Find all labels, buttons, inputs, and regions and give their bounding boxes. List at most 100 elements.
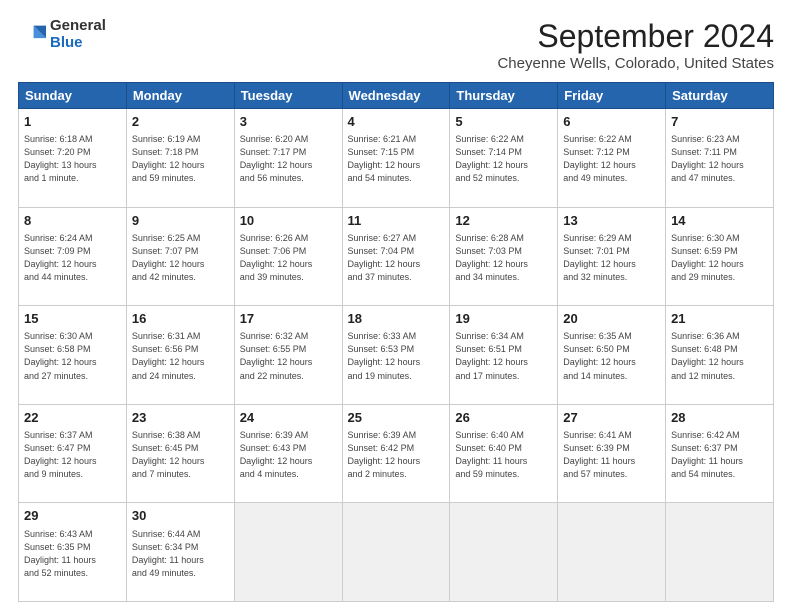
day-info: Sunrise: 6:39 AM Sunset: 6:43 PM Dayligh… (240, 429, 337, 481)
calendar-cell: 14 Sunrise: 6:30 AM Sunset: 6:59 PM Dayli… (666, 207, 774, 306)
calendar-table: SundayMondayTuesdayWednesdayThursdayFrid… (18, 82, 774, 602)
weekday-header-saturday: Saturday (666, 83, 774, 109)
day-number: 15 (24, 310, 121, 328)
day-info: Sunrise: 6:29 AM Sunset: 7:01 PM Dayligh… (563, 232, 660, 284)
day-info: Sunrise: 6:39 AM Sunset: 6:42 PM Dayligh… (348, 429, 445, 481)
calendar-cell: 2Sunrise: 6:19 AM Sunset: 7:18 PM Daylig… (126, 109, 234, 208)
calendar-cell: 3 Sunrise: 6:20 AM Sunset: 7:17 PM Daylig… (234, 109, 342, 208)
day-number: 11 (348, 212, 445, 230)
day-number: 7 (671, 113, 768, 131)
logo-blue: Blue (50, 34, 83, 51)
weekday-header-sunday: Sunday (19, 83, 127, 109)
logo: General Blue (18, 18, 106, 51)
calendar-cell: 27Sunrise: 6:41 AM Sunset: 6:39 PM Dayli… (558, 404, 666, 503)
day-info: Sunrise: 6:26 AM Sunset: 7:06 PM Dayligh… (240, 232, 337, 284)
calendar-cell: 13Sunrise: 6:29 AM Sunset: 7:01 PM Dayli… (558, 207, 666, 306)
calendar-cell: 1 Sunrise: 6:18 AM Sunset: 7:20 PM Daylig… (19, 109, 127, 208)
day-number: 19 (455, 310, 552, 328)
page-header: General Blue September 2024 Cheyenne Wel… (18, 18, 774, 72)
calendar-cell: 10Sunrise: 6:26 AM Sunset: 7:06 PM Dayli… (234, 207, 342, 306)
day-info: Sunrise: 6:32 AM Sunset: 6:55 PM Dayligh… (240, 330, 337, 382)
day-info: Sunrise: 6:36 AM Sunset: 6:48 PM Dayligh… (671, 330, 768, 382)
day-number: 1 (24, 113, 121, 131)
calendar-cell: 26Sunrise: 6:40 AM Sunset: 6:40 PM Dayli… (450, 404, 558, 503)
calendar-cell: 8Sunrise: 6:24 AM Sunset: 7:09 PM Daylig… (19, 207, 127, 306)
day-info: Sunrise: 6:31 AM Sunset: 6:56 PM Dayligh… (132, 330, 229, 382)
calendar-body: 1 Sunrise: 6:18 AM Sunset: 7:20 PM Daylig… (19, 109, 774, 602)
calendar-cell: 6Sunrise: 6:22 AM Sunset: 7:12 PM Daylig… (558, 109, 666, 208)
day-info: Sunrise: 6:28 AM Sunset: 7:03 PM Dayligh… (455, 232, 552, 284)
day-info: Sunrise: 6:35 AM Sunset: 6:50 PM Dayligh… (563, 330, 660, 382)
calendar-cell: 22Sunrise: 6:37 AM Sunset: 6:47 PM Dayli… (19, 404, 127, 503)
calendar-cell: 19 Sunrise: 6:34 AM Sunset: 6:51 PM Dayli… (450, 306, 558, 405)
day-number: 21 (671, 310, 768, 328)
day-info: Sunrise: 6:37 AM Sunset: 6:47 PM Dayligh… (24, 429, 121, 481)
weekday-header-thursday: Thursday (450, 83, 558, 109)
calendar-cell: 12 Sunrise: 6:28 AM Sunset: 7:03 PM Dayli… (450, 207, 558, 306)
day-number: 28 (671, 409, 768, 427)
calendar-cell: 29 Sunrise: 6:43 AM Sunset: 6:35 PM Dayli… (19, 503, 127, 602)
weekday-header-friday: Friday (558, 83, 666, 109)
week-row-2: 8Sunrise: 6:24 AM Sunset: 7:09 PM Daylig… (19, 207, 774, 306)
calendar-cell: 5 Sunrise: 6:22 AM Sunset: 7:14 PM Daylig… (450, 109, 558, 208)
day-info: Sunrise: 6:24 AM Sunset: 7:09 PM Dayligh… (24, 232, 121, 284)
day-number: 14 (671, 212, 768, 230)
calendar-cell: 28 Sunrise: 6:42 AM Sunset: 6:37 PM Dayli… (666, 404, 774, 503)
day-number: 20 (563, 310, 660, 328)
logo-general: General (50, 17, 106, 34)
day-info: Sunrise: 6:30 AM Sunset: 6:58 PM Dayligh… (24, 330, 121, 382)
day-number: 4 (348, 113, 445, 131)
day-number: 18 (348, 310, 445, 328)
week-row-5: 29 Sunrise: 6:43 AM Sunset: 6:35 PM Dayli… (19, 503, 774, 602)
day-number: 5 (455, 113, 552, 131)
weekday-header-wednesday: Wednesday (342, 83, 450, 109)
weekday-header-monday: Monday (126, 83, 234, 109)
day-number: 9 (132, 212, 229, 230)
calendar-cell: 16Sunrise: 6:31 AM Sunset: 6:56 PM Dayli… (126, 306, 234, 405)
calendar-cell (666, 503, 774, 602)
day-info: Sunrise: 6:21 AM Sunset: 7:15 PM Dayligh… (348, 133, 445, 185)
day-info: Sunrise: 6:27 AM Sunset: 7:04 PM Dayligh… (348, 232, 445, 284)
calendar-cell: 15 Sunrise: 6:30 AM Sunset: 6:58 PM Dayli… (19, 306, 127, 405)
day-info: Sunrise: 6:30 AM Sunset: 6:59 PM Dayligh… (671, 232, 768, 284)
calendar-cell: 9 Sunrise: 6:25 AM Sunset: 7:07 PM Daylig… (126, 207, 234, 306)
calendar-cell: 17 Sunrise: 6:32 AM Sunset: 6:55 PM Dayli… (234, 306, 342, 405)
week-row-3: 15 Sunrise: 6:30 AM Sunset: 6:58 PM Dayli… (19, 306, 774, 405)
week-row-1: 1 Sunrise: 6:18 AM Sunset: 7:20 PM Daylig… (19, 109, 774, 208)
day-number: 30 (132, 507, 229, 525)
day-info: Sunrise: 6:43 AM Sunset: 6:35 PM Dayligh… (24, 528, 121, 580)
day-info: Sunrise: 6:20 AM Sunset: 7:17 PM Dayligh… (240, 133, 337, 185)
location-subtitle: Cheyenne Wells, Colorado, United States (497, 55, 774, 72)
logo-text: General Blue (50, 18, 106, 51)
calendar-cell: 23Sunrise: 6:38 AM Sunset: 6:45 PM Dayli… (126, 404, 234, 503)
calendar-cell: 20 Sunrise: 6:35 AM Sunset: 6:50 PM Dayli… (558, 306, 666, 405)
title-block: September 2024 Cheyenne Wells, Colorado,… (497, 18, 774, 72)
day-info: Sunrise: 6:23 AM Sunset: 7:11 PM Dayligh… (671, 133, 768, 185)
day-number: 2 (132, 113, 229, 131)
day-info: Sunrise: 6:33 AM Sunset: 6:53 PM Dayligh… (348, 330, 445, 382)
calendar-cell: 24Sunrise: 6:39 AM Sunset: 6:43 PM Dayli… (234, 404, 342, 503)
day-number: 12 (455, 212, 552, 230)
day-number: 6 (563, 113, 660, 131)
logo-icon (18, 21, 46, 49)
day-number: 29 (24, 507, 121, 525)
calendar-cell (450, 503, 558, 602)
calendar-page: General Blue September 2024 Cheyenne Wel… (0, 0, 792, 612)
day-info: Sunrise: 6:22 AM Sunset: 7:14 PM Dayligh… (455, 133, 552, 185)
day-info: Sunrise: 6:34 AM Sunset: 6:51 PM Dayligh… (455, 330, 552, 382)
weekday-row: SundayMondayTuesdayWednesdayThursdayFrid… (19, 83, 774, 109)
calendar-cell: 30Sunrise: 6:44 AM Sunset: 6:34 PM Dayli… (126, 503, 234, 602)
day-info: Sunrise: 6:25 AM Sunset: 7:07 PM Dayligh… (132, 232, 229, 284)
day-number: 26 (455, 409, 552, 427)
weekday-header-tuesday: Tuesday (234, 83, 342, 109)
day-info: Sunrise: 6:42 AM Sunset: 6:37 PM Dayligh… (671, 429, 768, 481)
day-info: Sunrise: 6:38 AM Sunset: 6:45 PM Dayligh… (132, 429, 229, 481)
day-info: Sunrise: 6:41 AM Sunset: 6:39 PM Dayligh… (563, 429, 660, 481)
day-number: 3 (240, 113, 337, 131)
day-number: 17 (240, 310, 337, 328)
calendar-cell: 4 Sunrise: 6:21 AM Sunset: 7:15 PM Daylig… (342, 109, 450, 208)
calendar-cell: 25Sunrise: 6:39 AM Sunset: 6:42 PM Dayli… (342, 404, 450, 503)
calendar-cell: 7 Sunrise: 6:23 AM Sunset: 7:11 PM Daylig… (666, 109, 774, 208)
calendar-cell (234, 503, 342, 602)
day-info: Sunrise: 6:18 AM Sunset: 7:20 PM Dayligh… (24, 133, 121, 185)
